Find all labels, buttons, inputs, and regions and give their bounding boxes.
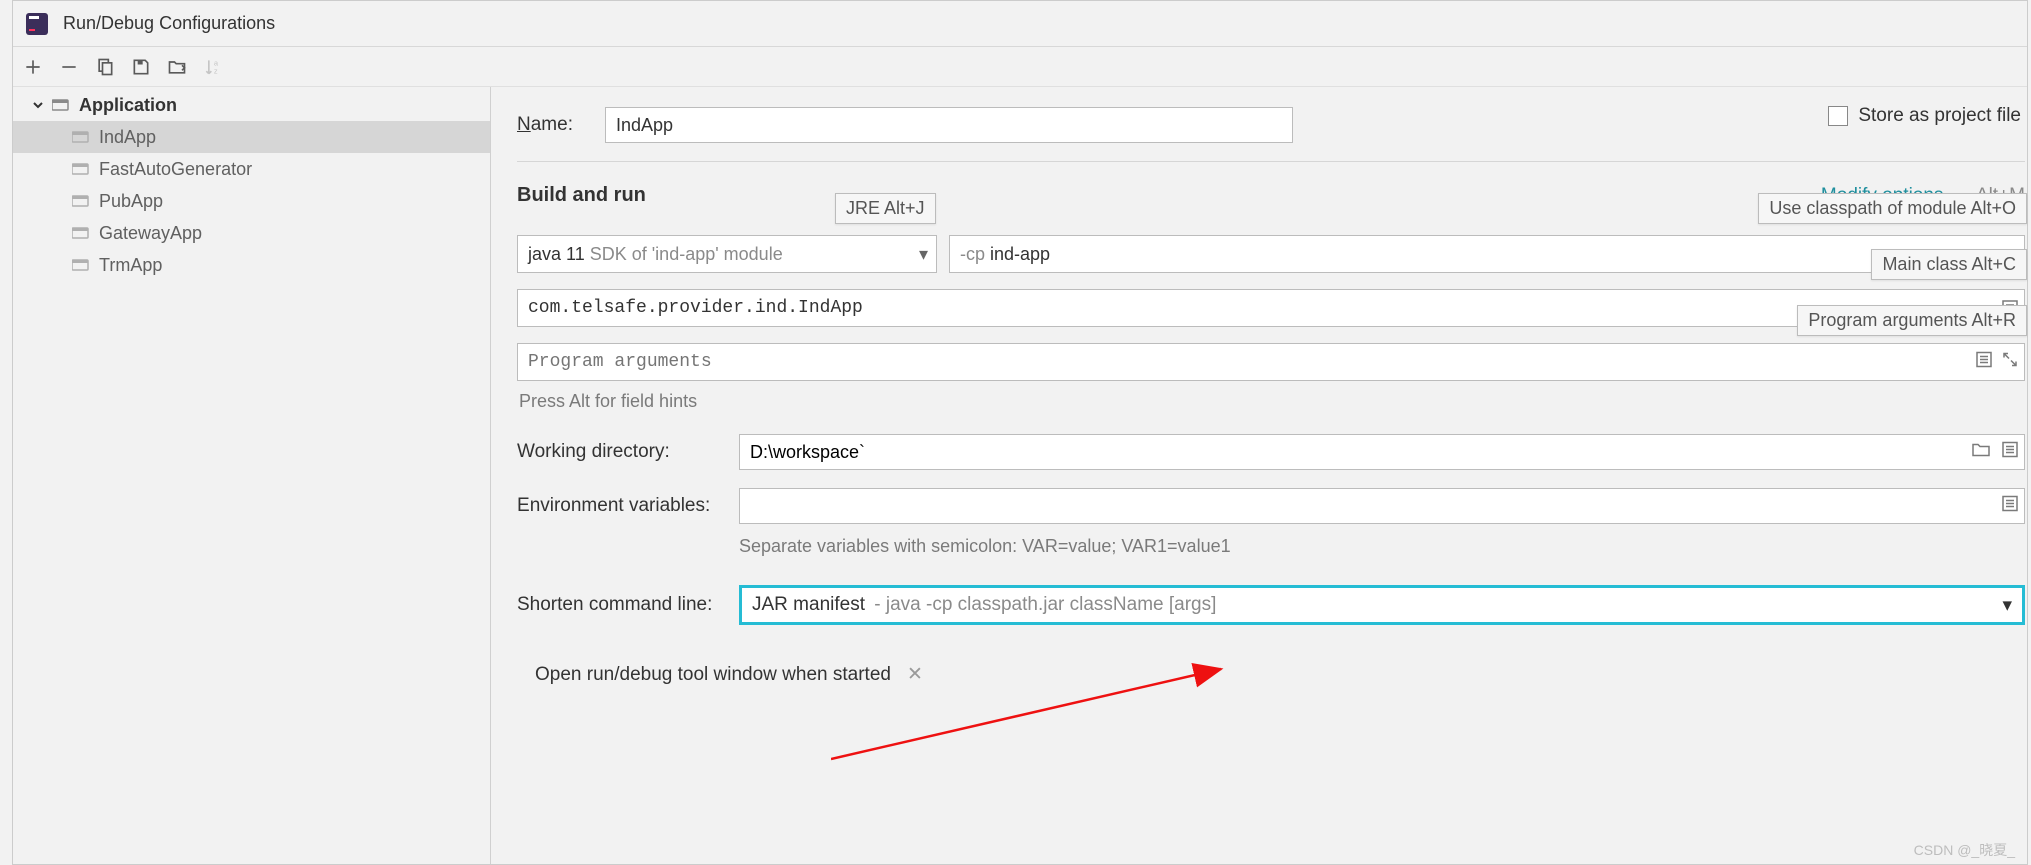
- expand-list-icon[interactable]: [1975, 351, 1993, 374]
- env-hint: Separate variables with semicolon: VAR=v…: [739, 536, 2027, 557]
- name-input[interactable]: [605, 107, 1293, 143]
- working-dir-label: Working directory:: [517, 441, 739, 463]
- add-button[interactable]: [21, 55, 45, 79]
- main-panel: Name: Store as project file Build and ru…: [491, 87, 2027, 864]
- env-vars-input[interactable]: [739, 488, 2025, 524]
- tree-item-label: FastAutoGenerator: [99, 159, 252, 180]
- caret-down-icon: ▾: [919, 244, 928, 265]
- dialog-body: Application IndApp FastAutoGenerator Pub…: [13, 87, 2027, 864]
- classpath-value: -cp ind-app: [960, 244, 1050, 265]
- config-icon: [71, 162, 91, 176]
- tree-item-label: PubApp: [99, 191, 163, 212]
- expand-list-icon[interactable]: [2001, 441, 2019, 464]
- build-row-1: java 11 SDK of 'ind-app' module ▾ -cp in…: [517, 235, 2027, 273]
- shorten-row: Shorten command line: JAR manifest - jav…: [517, 585, 2027, 625]
- hint-main-class: Main class Alt+C: [1871, 249, 2027, 280]
- titlebar: Run/Debug Configurations: [13, 1, 2027, 47]
- sort-button[interactable]: az: [201, 55, 225, 79]
- save-button[interactable]: [129, 55, 153, 79]
- jre-select[interactable]: java 11 SDK of 'ind-app' module ▾: [517, 235, 937, 273]
- hint-classpath: Use classpath of module Alt+O: [1758, 193, 2027, 224]
- tree-item-fastautogenerator[interactable]: FastAutoGenerator: [13, 153, 490, 185]
- jre-value: java 11 SDK of 'ind-app' module: [528, 244, 783, 265]
- store-label: Store as project file: [1858, 105, 2021, 127]
- toolbar: az: [13, 47, 2027, 87]
- window-title: Run/Debug Configurations: [63, 13, 275, 34]
- tree-item-label: TrmApp: [99, 255, 162, 276]
- name-row: Name:: [517, 107, 2027, 143]
- tree-item-indapp[interactable]: IndApp: [13, 121, 490, 153]
- shorten-value: JAR manifest - java -cp classpath.jar cl…: [752, 594, 1216, 616]
- separator: [517, 161, 2025, 162]
- hint-jre: JRE Alt+J: [835, 193, 936, 224]
- shorten-command-line-select[interactable]: JAR manifest - java -cp classpath.jar cl…: [739, 585, 2025, 625]
- close-icon[interactable]: ✕: [907, 663, 923, 686]
- folder-browse-icon[interactable]: [1971, 441, 1991, 464]
- config-icon: [71, 130, 91, 144]
- build-section-title: Build and run: [517, 184, 646, 207]
- tree-item-trmapp[interactable]: TrmApp: [13, 249, 490, 281]
- open-tool-window-label: Open run/debug tool window when started: [535, 664, 891, 686]
- tree-root-application[interactable]: Application: [13, 89, 490, 121]
- shorten-label: Shorten command line:: [517, 594, 739, 616]
- watermark: CSDN @_晓夏_: [1914, 840, 2015, 860]
- config-icon: [71, 226, 91, 240]
- name-label: Name:: [517, 114, 605, 136]
- tree-item-pubapp[interactable]: PubApp: [13, 185, 490, 217]
- press-alt-hint: Press Alt for field hints: [519, 391, 2027, 412]
- remove-button[interactable]: [57, 55, 81, 79]
- store-as-project-file[interactable]: Store as project file: [1828, 105, 2021, 127]
- chevron-down-icon: [29, 99, 47, 111]
- app-icon: [25, 12, 49, 36]
- program-args-input[interactable]: [517, 343, 2025, 381]
- config-icon: [71, 258, 91, 272]
- env-vars-row: Environment variables:: [517, 488, 2027, 524]
- tree-item-gatewayapp[interactable]: GatewayApp: [13, 217, 490, 249]
- working-dir-input[interactable]: [739, 434, 2025, 470]
- expand-icon[interactable]: [2001, 351, 2019, 374]
- store-checkbox[interactable]: [1828, 106, 1848, 126]
- expand-list-icon[interactable]: [2001, 495, 2019, 518]
- dialog-window: Run/Debug Configurations az Application …: [12, 0, 2028, 865]
- tree-root-label: Application: [79, 95, 177, 116]
- config-tree: Application IndApp FastAutoGenerator Pub…: [13, 87, 491, 864]
- caret-down-icon: ▾: [2002, 594, 2012, 617]
- classpath-select[interactable]: -cp ind-app ▾: [949, 235, 2025, 273]
- hint-program-args: Program arguments Alt+R: [1797, 305, 2027, 336]
- copy-button[interactable]: [93, 55, 117, 79]
- folder-button[interactable]: [165, 55, 189, 79]
- program-args-row: [517, 343, 2025, 381]
- tree-item-label: GatewayApp: [99, 223, 202, 244]
- config-icon: [71, 194, 91, 208]
- application-type-icon: [51, 98, 71, 112]
- svg-text:z: z: [214, 66, 218, 75]
- working-dir-row: Working directory:: [517, 434, 2027, 470]
- open-tool-window-row: Open run/debug tool window when started …: [517, 663, 2027, 686]
- env-vars-label: Environment variables:: [517, 495, 739, 517]
- tree-item-label: IndApp: [99, 127, 156, 148]
